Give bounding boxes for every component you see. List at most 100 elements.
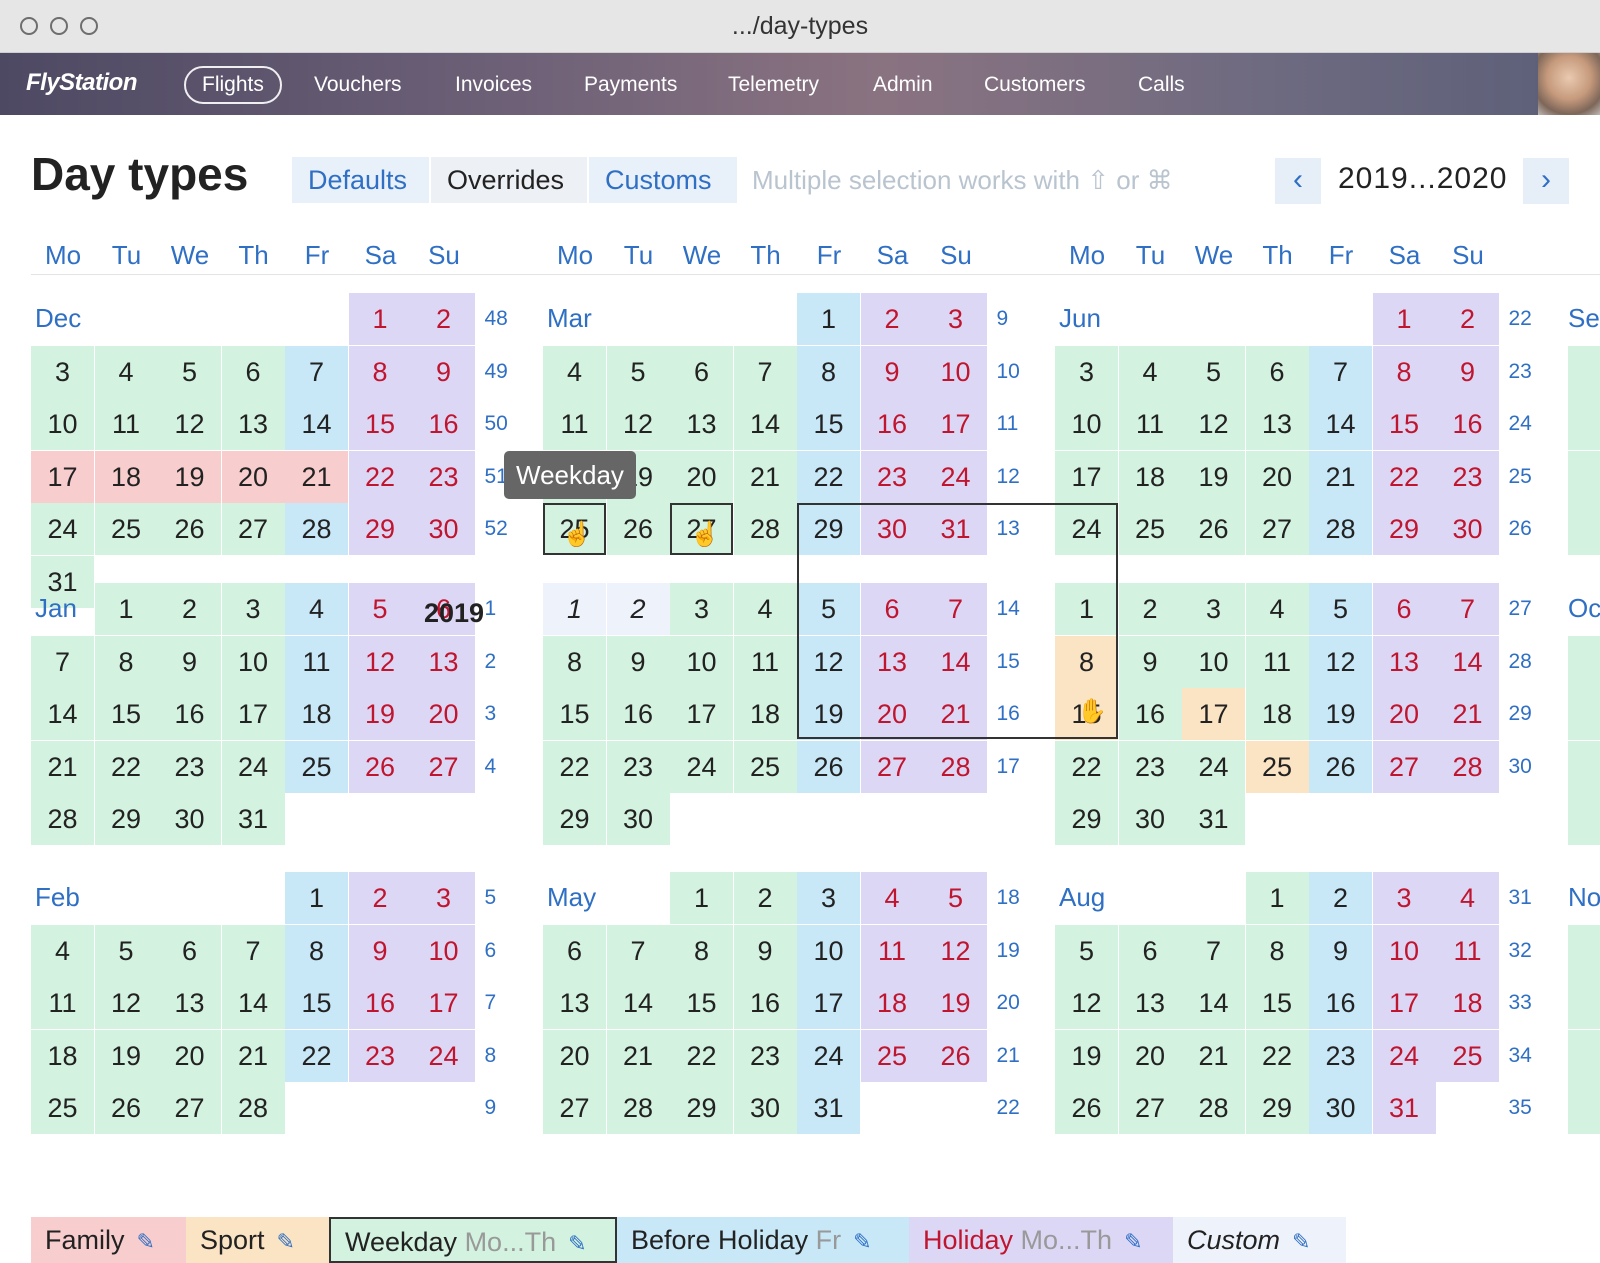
day-cell[interactable]: 14 (1182, 977, 1245, 1029)
day-cell[interactable]: 4 (94, 345, 158, 398)
day-cell[interactable]: 10 (1182, 635, 1245, 688)
legend-weekend[interactable]: Holiday Mo...Th ✎ (909, 1217, 1173, 1263)
day-cell[interactable]: 23 (1309, 1029, 1372, 1082)
day-cell[interactable]: 21 (733, 450, 797, 503)
day-cell[interactable]: 29 (348, 503, 412, 555)
day-cell[interactable]: 9 (1118, 635, 1182, 688)
day-cell[interactable]: 15 (285, 977, 348, 1029)
day-cell[interactable]: 21 (285, 450, 348, 503)
day-cell[interactable]: 4 (1436, 872, 1499, 924)
day-cell[interactable]: 4 (1118, 345, 1182, 398)
day-cell[interactable]: 2 (1436, 293, 1499, 345)
day-cell[interactable]: 3 (221, 583, 285, 635)
day-cell[interactable]: 5 (924, 872, 987, 924)
nav-calls[interactable]: Calls (1120, 66, 1203, 104)
day-cell[interactable]: 16 (1436, 398, 1499, 450)
day-cell[interactable]: 16 (860, 398, 924, 450)
day-cell[interactable]: 28 (31, 793, 94, 845)
day-cell[interactable]: 8 (670, 924, 733, 977)
day-cell[interactable]: 25 (31, 1082, 94, 1134)
day-cell[interactable]: 2 (860, 293, 924, 345)
day-cell[interactable]: 13 (543, 977, 606, 1029)
day-cell[interactable]: 30 (860, 503, 924, 555)
day-cell[interactable]: 6 (158, 924, 221, 977)
day-cell[interactable]: 13 (1245, 398, 1309, 450)
day-cell[interactable]: 7 (924, 583, 987, 635)
day-cell[interactable]: 4 (543, 345, 606, 398)
day-cell[interactable]: 5 (1309, 583, 1372, 635)
day-cell[interactable]: 2 (1309, 872, 1372, 924)
day-cell[interactable]: 20 (670, 450, 733, 503)
day-cell[interactable]: 23 (860, 450, 924, 503)
day-cell[interactable]: 9 (348, 924, 412, 977)
day-cell[interactable]: 4 (31, 924, 94, 977)
day-cell[interactable]: 24 (1182, 740, 1245, 793)
day-cell[interactable] (1568, 450, 1600, 503)
tab-customs[interactable]: Customs (589, 157, 737, 203)
day-cell[interactable]: 23 (1436, 450, 1499, 503)
day-cell[interactable]: 21 (1309, 450, 1372, 503)
day-cell[interactable]: 26 (924, 1029, 987, 1082)
day-cell[interactable]: 3 (924, 293, 987, 345)
nav-admin[interactable]: Admin (855, 66, 951, 104)
edit-pencil-icon[interactable]: ✎ (568, 1231, 586, 1256)
day-cell[interactable]: 6 (670, 345, 733, 398)
day-cell[interactable]: 29 (1372, 503, 1436, 555)
day-cell[interactable] (1568, 398, 1600, 450)
avatar[interactable] (1538, 53, 1600, 115)
day-cell[interactable]: 26 (606, 503, 670, 555)
day-cell[interactable]: 6 (1118, 924, 1182, 977)
day-cell[interactable]: 9 (606, 635, 670, 688)
day-cell[interactable]: 30 (733, 1082, 797, 1134)
day-cell[interactable]: 27 (221, 503, 285, 555)
day-cell[interactable]: 31 (1372, 1082, 1436, 1134)
day-cell[interactable]: 16 (348, 977, 412, 1029)
day-cell[interactable]: 20 (1245, 450, 1309, 503)
day-cell[interactable]: 7 (285, 345, 348, 398)
day-cell[interactable]: 30 (606, 793, 670, 845)
day-cell[interactable]: 14 (31, 688, 94, 740)
day-cell[interactable]: 12 (606, 398, 670, 450)
day-cell[interactable]: 30 (1436, 503, 1499, 555)
day-cell[interactable]: 31 (221, 793, 285, 845)
day-cell[interactable]: 11 (31, 977, 94, 1029)
day-cell[interactable]: 12 (94, 977, 158, 1029)
day-cell[interactable]: 2 (158, 583, 221, 635)
day-cell[interactable]: 10 (221, 635, 285, 688)
day-cell[interactable]: 11 (1436, 924, 1499, 977)
day-cell[interactable]: 13 (1118, 977, 1182, 1029)
edit-pencil-icon[interactable]: ✎ (277, 1229, 295, 1254)
day-cell[interactable]: 28 (606, 1082, 670, 1134)
day-cell[interactable]: 15 (543, 688, 606, 740)
day-cell[interactable]: 14 (924, 635, 987, 688)
day-cell[interactable]: 23 (412, 450, 475, 503)
day-cell[interactable]: 19 (924, 977, 987, 1029)
day-cell[interactable]: 5 (1055, 924, 1118, 977)
day-cell[interactable]: 6 (1245, 345, 1309, 398)
day-cell[interactable]: 25 (1245, 740, 1309, 793)
day-cell[interactable]: 11 (543, 398, 606, 450)
day-cell[interactable]: 28 (924, 740, 987, 793)
day-cell[interactable]: 22 (94, 740, 158, 793)
day-cell[interactable]: 2 (412, 293, 475, 345)
day-cell[interactable]: 19 (1182, 450, 1245, 503)
day-cell[interactable]: 16 (158, 688, 221, 740)
day-cell[interactable]: 6 (1372, 583, 1436, 635)
day-cell[interactable]: 26 (1309, 740, 1372, 793)
day-cell[interactable]: 4 (1245, 583, 1309, 635)
day-cell[interactable]: 1 (1055, 583, 1118, 635)
day-cell[interactable]: 18 (1436, 977, 1499, 1029)
day-cell[interactable]: 17 (31, 450, 94, 503)
day-cell[interactable]: 1 (285, 872, 348, 924)
day-cell[interactable]: 15 (1245, 977, 1309, 1029)
day-cell[interactable]: 24 (1055, 503, 1118, 555)
day-cell[interactable]: 8 (1245, 924, 1309, 977)
day-cell[interactable]: 17 (412, 977, 475, 1029)
day-cell[interactable]: 10 (670, 635, 733, 688)
day-cell[interactable]: 7 (1182, 924, 1245, 977)
day-cell[interactable]: 16 (606, 688, 670, 740)
legend-custom[interactable]: Custom ✎ (1173, 1217, 1346, 1263)
day-cell[interactable]: 26 (1182, 503, 1245, 555)
day-cell[interactable]: 31 (797, 1082, 860, 1134)
day-cell[interactable]: 29 (670, 1082, 733, 1134)
